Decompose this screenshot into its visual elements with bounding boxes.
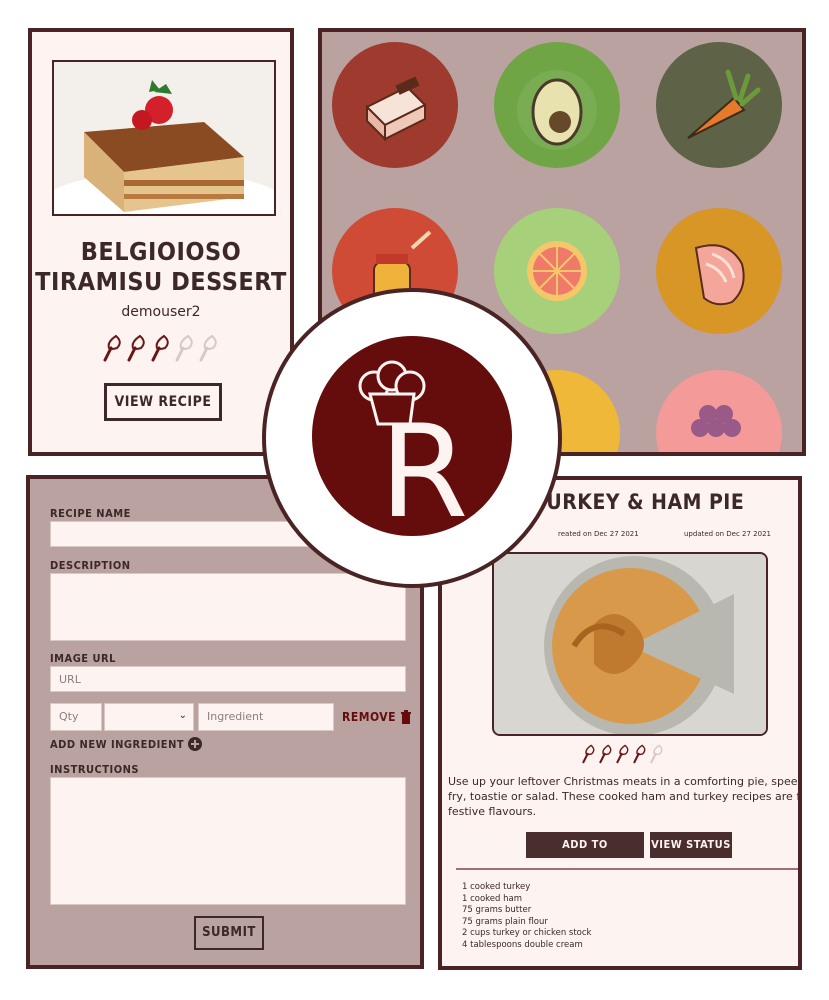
unit-select[interactable]: ⌄	[104, 703, 194, 731]
whisk-icon	[616, 744, 629, 764]
recipe-name-label: RECIPE NAME	[50, 507, 131, 520]
add-ingredient-label: ADD NEW INGREDIENT	[50, 737, 185, 751]
image-url-input[interactable]: URL	[50, 666, 406, 692]
list-item: 2 cups turkey or chicken stock	[462, 928, 592, 938]
grapefruit-icon	[494, 208, 620, 334]
whisk-icon	[199, 334, 217, 362]
ingredient-list: 1 cooked turkey 1 cooked ham 75 grams bu…	[462, 882, 591, 951]
whisk-icon	[582, 744, 595, 764]
qty-input[interactable]: Qty	[50, 703, 102, 731]
whisk-icon	[599, 744, 612, 764]
list-item: 1 cooked turkey	[462, 882, 531, 892]
remove-ingredient-button[interactable]: REMOVE	[342, 710, 412, 724]
salmon-icon	[656, 208, 782, 334]
avocado-icon	[494, 42, 620, 168]
rating-whisks	[32, 334, 290, 362]
recipe-title-line2: TIRAMISU DESSERT	[35, 267, 287, 296]
list-item: 75 grams butter	[462, 905, 532, 915]
created-date: reated on Dec 27 2021	[558, 530, 639, 538]
recipe-author: demouser2	[121, 304, 201, 320]
trash-icon	[401, 710, 412, 724]
whisk-icon	[175, 334, 193, 362]
recipe-title: BELGIOIOSO TIRAMISU DESSERT	[32, 237, 290, 297]
app-logo: R	[312, 336, 512, 547]
divider	[456, 868, 798, 870]
rating-whisks	[582, 744, 664, 764]
description-label: DESCRIPTION	[50, 559, 131, 572]
recipe-photo-tiramisu[interactable]	[52, 60, 276, 216]
image-url-label: IMAGE URL	[50, 652, 116, 665]
recipe-description: Use up your leftover Christmas meats in …	[448, 775, 802, 818]
remove-label: REMOVE	[342, 710, 397, 724]
whisk-icon	[151, 334, 169, 362]
instructions-label: INSTRUCTIONS	[50, 763, 140, 776]
grapes-icon	[656, 370, 782, 452]
recipe-card: BELGIOIOSO TIRAMISU DESSERT demouser2 VI…	[28, 28, 294, 456]
whisk-icon	[633, 744, 646, 764]
view-recipe-button[interactable]: VIEW RECIPE	[104, 383, 222, 421]
plus-circle-icon	[188, 737, 203, 751]
description-textarea[interactable]	[50, 573, 406, 641]
instructions-textarea[interactable]	[50, 777, 406, 905]
add-ingredient-button[interactable]: ADD NEW INGREDIENT	[50, 737, 203, 751]
list-item: 4 tablespoons double cream	[462, 939, 583, 950]
submit-button[interactable]: SUBMIT	[194, 916, 264, 950]
chevron-down-icon: ⌄	[178, 710, 187, 721]
carrot-icon	[656, 42, 782, 168]
add-to-collection-button[interactable]: ADD TO COLLECTION	[526, 832, 644, 877]
whisk-icon	[650, 744, 663, 764]
view-status-button[interactable]: VIEW STATUS	[650, 832, 732, 858]
whisk-icon	[127, 334, 145, 362]
list-item: 75 grams plain flour	[462, 916, 548, 927]
list-item: 1 cooked ham	[462, 893, 523, 904]
recipe-title-line1: BELGIOIOSO	[80, 237, 242, 266]
recipe-photo-pie	[492, 552, 768, 736]
updated-date: updated on Dec 27 2021	[684, 530, 771, 538]
ingredient-input[interactable]: Ingredient	[198, 703, 334, 731]
whisk-icon	[103, 334, 121, 362]
logo-letter: R	[380, 398, 469, 536]
cake-icon	[332, 42, 458, 168]
